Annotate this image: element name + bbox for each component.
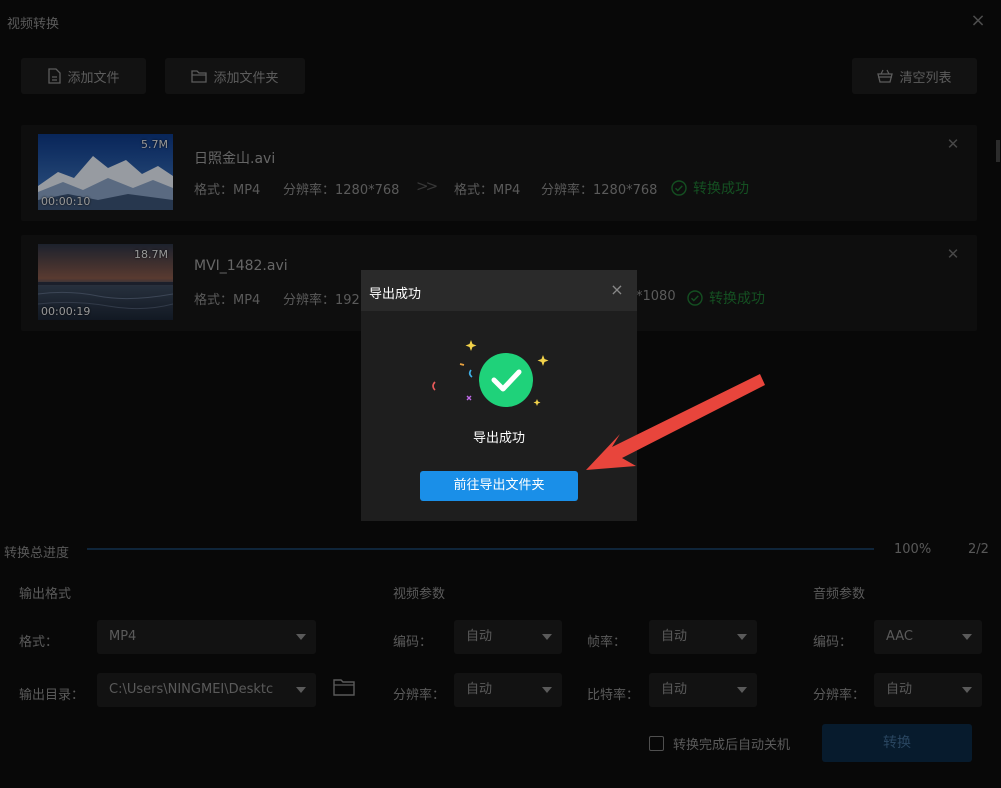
export-success-dialog: 导出成功 × 导出成功 前往导出文件夹 <box>361 270 637 521</box>
open-export-folder-button[interactable]: 前往导出文件夹 <box>420 471 578 501</box>
dialog-message: 导出成功 <box>472 431 525 446</box>
dialog-close-button[interactable]: × <box>608 281 626 299</box>
dialog-title: 导出成功 <box>369 287 422 302</box>
dialog-header: 导出成功 × <box>361 270 637 311</box>
success-check-icon <box>423 332 553 418</box>
